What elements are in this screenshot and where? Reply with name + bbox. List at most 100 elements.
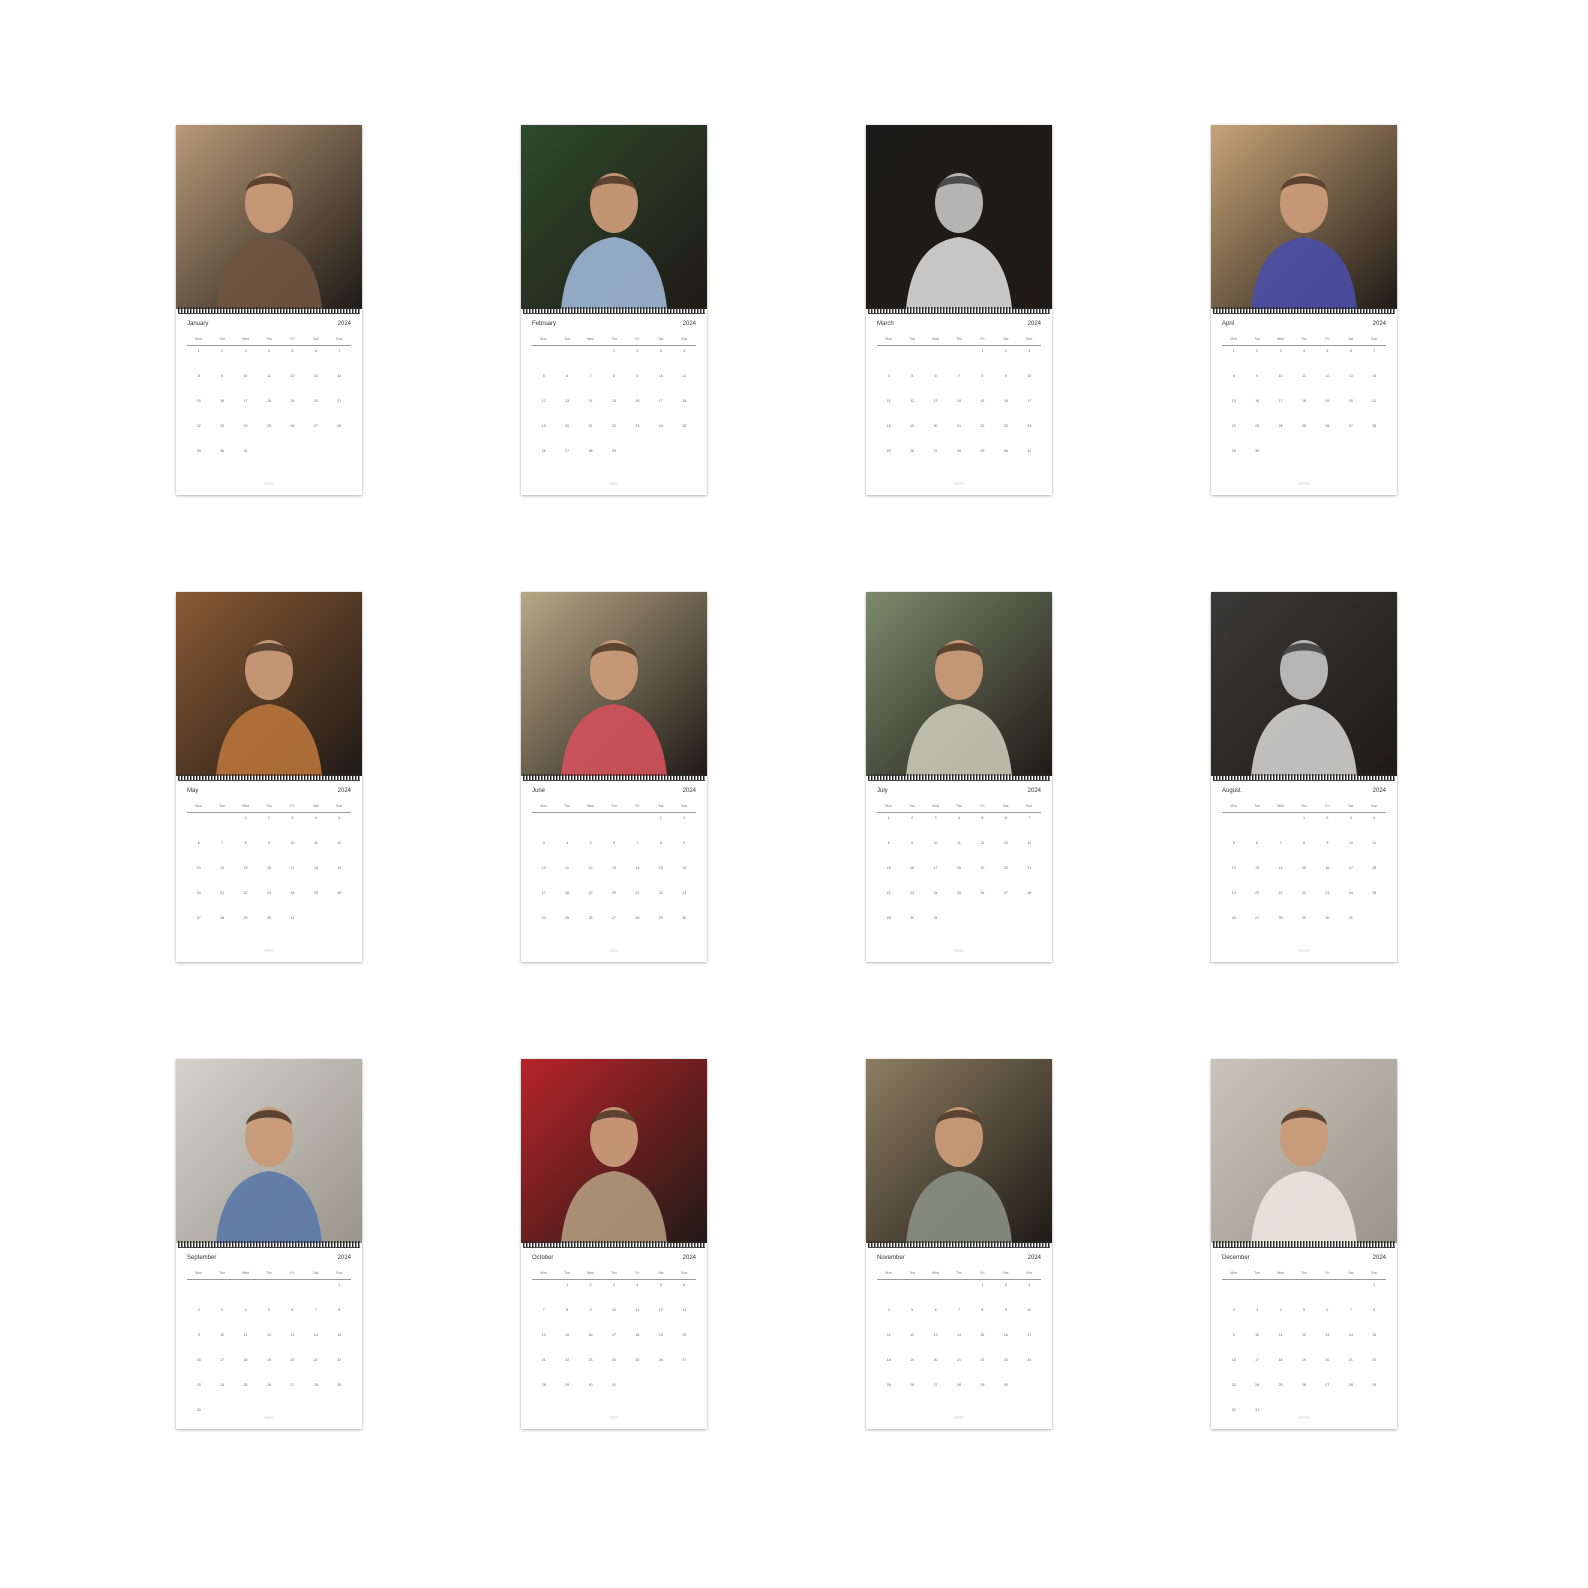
day-cell: 29 bbox=[980, 449, 985, 453]
day-cell: 11 bbox=[957, 841, 961, 845]
day-cell: 26 bbox=[910, 449, 915, 453]
day-cell: 14 bbox=[1348, 1333, 1353, 1337]
month-grid: September 2024 Mon Tue Wed Thu Fri Sat Sun 1 2 3 4 5 6… bbox=[176, 1249, 362, 1429]
month-name: May bbox=[187, 788, 199, 794]
day-cell: 25 bbox=[1301, 424, 1306, 428]
day-cell: 7 bbox=[957, 1308, 960, 1312]
day-cell: 6 bbox=[1326, 1308, 1329, 1312]
day-cell: 10 bbox=[1027, 1308, 1032, 1312]
weekday-label: Mon bbox=[540, 1271, 548, 1275]
day-cell: 28 bbox=[1278, 916, 1283, 920]
day-cell: 7 bbox=[1349, 1308, 1352, 1312]
month-name: March bbox=[877, 321, 894, 327]
weekday-label: Sat bbox=[1348, 804, 1354, 808]
weekday-header: Mon Tue Wed Thu Fri Sat Sun bbox=[1222, 804, 1386, 813]
day-cell: 19 bbox=[910, 424, 915, 428]
day-cell: 20 bbox=[290, 1358, 295, 1362]
day-cell: 12 bbox=[910, 1333, 915, 1337]
day-cell: 6 bbox=[934, 374, 937, 378]
calendar-page-april: April 2024 Mon Tue Wed Thu Fri Sat Sun 1 2 3 4 5 6 7 8 9 1… bbox=[1211, 125, 1397, 495]
day-cell: 21 bbox=[337, 399, 342, 403]
day-cell: 4 bbox=[1373, 816, 1376, 820]
weekday-label: Sat bbox=[1003, 1271, 1009, 1275]
month-photo bbox=[1211, 592, 1397, 776]
day-cell: 12 bbox=[290, 374, 295, 378]
day-cell: 1 bbox=[887, 816, 890, 820]
weekday-label: Thu bbox=[1300, 804, 1307, 808]
day-cell: 18 bbox=[956, 866, 961, 870]
weekday-label: Sat bbox=[313, 337, 319, 341]
day-cell: 20 bbox=[1255, 891, 1260, 895]
day-cell: 8 bbox=[1373, 1308, 1376, 1312]
day-cell: 14 bbox=[588, 399, 593, 403]
day-cell: 3 bbox=[1028, 1283, 1031, 1287]
year-label: 2024 bbox=[337, 1255, 351, 1261]
day-cell: 27 bbox=[1003, 891, 1008, 895]
day-cell: 18 bbox=[266, 399, 271, 403]
day-cell: 28 bbox=[337, 424, 342, 428]
day-cell-empty bbox=[555, 814, 578, 839]
month-header: May 2024 bbox=[187, 788, 351, 798]
month-grid: November 2024 Mon Tue Wed Thu Fri Sat Sun 1 2 3 4 5 6 7… bbox=[866, 1249, 1052, 1429]
weekday-label: Tue bbox=[564, 804, 571, 808]
day-cell: 18 bbox=[243, 1358, 248, 1362]
day-cell: 29 bbox=[1231, 449, 1236, 453]
day-cell-empty bbox=[579, 814, 602, 839]
day-cell: 15 bbox=[243, 866, 248, 870]
day-cell: 10 bbox=[1255, 1333, 1260, 1337]
day-cell: 15 bbox=[196, 399, 201, 403]
day-cell: 30 bbox=[196, 1408, 201, 1412]
day-cell: 10 bbox=[541, 866, 546, 870]
day-grid: 1 2 3 4 5 6 7 8 9 10 11 12 13 14 15 16 17 18 19 20 21 22 23 24 2… bbox=[187, 814, 351, 942]
day-cell: 18 bbox=[682, 399, 687, 403]
day-cell-empty bbox=[947, 1281, 970, 1306]
day-cell: 30 bbox=[910, 916, 915, 920]
day-cell: 7 bbox=[957, 374, 960, 378]
day-cell: 2 bbox=[1256, 349, 1259, 353]
day-cell: 19 bbox=[541, 424, 546, 428]
day-cell-empty bbox=[187, 1281, 210, 1306]
month-header: April 2024 bbox=[1222, 321, 1386, 331]
day-cell: 21 bbox=[1372, 399, 1377, 403]
weekday-label: Sat bbox=[1348, 337, 1354, 341]
calendar-page-september: September 2024 Mon Tue Wed Thu Fri Sat Sun 1 2 3 4 5 6… bbox=[176, 1059, 362, 1429]
day-cell: 2 bbox=[1232, 1308, 1235, 1312]
day-cell: 13 bbox=[196, 866, 201, 870]
day-cell: 11 bbox=[565, 866, 569, 870]
day-cell: 26 bbox=[980, 891, 985, 895]
weekday-label: Wed bbox=[241, 1271, 250, 1275]
day-cell: 25 bbox=[266, 424, 271, 428]
day-cell: 9 bbox=[1326, 841, 1329, 845]
month-photo bbox=[521, 1059, 707, 1243]
day-cell: 28 bbox=[1348, 1383, 1353, 1387]
day-cell: 9 bbox=[197, 1333, 200, 1337]
day-grid: 1 2 3 4 5 6 7 8 9 10 11 12 13 14 15 16 17 18 19 20 21 22 23 24 2… bbox=[532, 347, 696, 475]
day-cell: 25 bbox=[886, 449, 891, 453]
day-cell-empty bbox=[1316, 1281, 1339, 1306]
day-cell: 28 bbox=[956, 449, 961, 453]
day-cell: 26 bbox=[266, 1383, 271, 1387]
day-grid: 1 2 3 4 5 6 7 8 9 10 11 12 13 14 15 16 17 18 19 20 21 22 23 24 2… bbox=[187, 347, 351, 475]
day-cell: 6 bbox=[683, 1283, 686, 1287]
day-cell: 1 bbox=[659, 816, 662, 820]
day-cell: 22 bbox=[980, 1358, 985, 1362]
day-cell: 31 bbox=[1027, 449, 1032, 453]
day-cell: 8 bbox=[1232, 374, 1235, 378]
day-cell: 25 bbox=[682, 424, 687, 428]
weekday-label: Sun bbox=[336, 804, 343, 808]
weekday-label: Mon bbox=[885, 1271, 893, 1275]
day-cell: 6 bbox=[1004, 816, 1007, 820]
weekday-label: Tue bbox=[909, 337, 916, 341]
day-cell: 20 bbox=[611, 891, 616, 895]
page-footer-mark bbox=[609, 949, 619, 952]
day-cell: 20 bbox=[313, 399, 318, 403]
day-cell: 18 bbox=[886, 1358, 891, 1362]
day-cell: 21 bbox=[956, 424, 961, 428]
day-cell: 5 bbox=[659, 1283, 662, 1287]
day-cell: 5 bbox=[911, 1308, 914, 1312]
day-cell: 27 bbox=[565, 449, 570, 453]
day-cell: 21 bbox=[313, 1358, 318, 1362]
day-cell: 4 bbox=[314, 816, 317, 820]
day-cell: 9 bbox=[911, 841, 914, 845]
weekday-label: Mon bbox=[885, 804, 893, 808]
